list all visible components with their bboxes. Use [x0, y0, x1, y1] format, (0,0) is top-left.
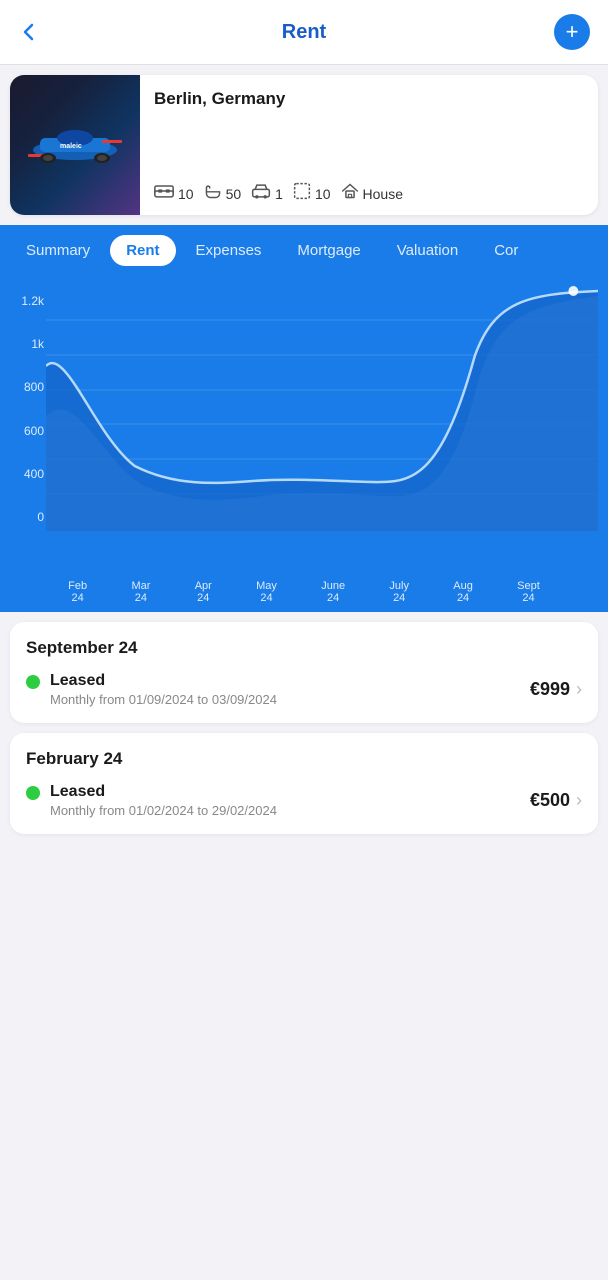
y-label-600: 600: [12, 424, 44, 438]
x-axis: Feb 24 Mar 24 Apr 24 May 24 June 24 July…: [10, 576, 598, 612]
lease-amount-row-feb[interactable]: €500 ›: [530, 790, 582, 811]
chevron-right-icon-feb: ›: [576, 790, 582, 811]
lease-amount-sept: €999: [530, 679, 570, 700]
lease-group-feb: February 24 Leased Monthly from 01/02/20…: [10, 733, 598, 834]
y-label-1-2k: 1.2k: [12, 294, 44, 308]
lease-group-sept: September 24 Leased Monthly from 01/09/2…: [10, 622, 598, 723]
bed-icon: [154, 183, 174, 204]
stat-baths: 50: [204, 183, 242, 204]
x-label-july: July 24: [389, 580, 409, 604]
stat-garage: 1: [251, 183, 283, 204]
tab-valuation[interactable]: Valuation: [381, 235, 474, 266]
bottom-spacer: [0, 844, 608, 1004]
lease-amount-feb: €500: [530, 790, 570, 811]
x-label-feb: Feb 24: [68, 580, 87, 604]
stat-type: House: [341, 182, 403, 205]
y-label-400: 400: [12, 467, 44, 481]
x-label-mar: Mar 24: [131, 580, 150, 604]
header: Rent +: [0, 0, 608, 65]
lease-group-sept-title: September 24: [26, 638, 582, 658]
stat-beds: 10: [154, 183, 194, 204]
area-icon: [293, 182, 311, 205]
tab-mortgage[interactable]: Mortgage: [281, 235, 376, 266]
x-label-apr: Apr 24: [195, 580, 212, 604]
house-icon: [341, 182, 359, 205]
add-button[interactable]: +: [554, 14, 590, 50]
x-label-sept: Sept 24: [517, 580, 540, 604]
lease-amount-row-sept[interactable]: €999 ›: [530, 679, 582, 700]
lease-item-sept-left: Leased Monthly from 01/09/2024 to 03/09/…: [26, 672, 277, 707]
back-button[interactable]: [18, 21, 54, 43]
tab-expenses[interactable]: Expenses: [180, 235, 278, 266]
svg-text:maleic: maleic: [60, 143, 82, 150]
tabs-bar: Summary Rent Expenses Mortgage Valuation…: [0, 225, 608, 276]
lease-group-feb-title: February 24: [26, 749, 582, 769]
lease-item-feb-left: Leased Monthly from 01/02/2024 to 29/02/…: [26, 783, 277, 818]
chart-area: 0 400 600 800 1k 1.2k: [0, 276, 608, 612]
lease-date-sept: Monthly from 01/09/2024 to 03/09/2024: [50, 692, 277, 707]
property-info: Berlin, Germany 10 50 1: [140, 75, 598, 215]
x-label-may: May 24: [256, 580, 277, 604]
tab-cor[interactable]: Cor: [478, 235, 534, 266]
chevron-right-icon-sept: ›: [576, 679, 582, 700]
tab-summary[interactable]: Summary: [10, 235, 106, 266]
tab-rent[interactable]: Rent: [110, 235, 175, 266]
garage-value: 1: [275, 186, 283, 202]
area-value: 10: [315, 186, 331, 202]
lease-status-dot-feb: [26, 786, 40, 800]
chart-wrapper: 0 400 600 800 1k 1.2k: [10, 286, 598, 576]
y-label-1k: 1k: [12, 337, 44, 351]
lease-details-sept: Leased Monthly from 01/09/2024 to 03/09/…: [50, 672, 277, 707]
chart-svg: [46, 286, 598, 536]
lease-status-dot-sept: [26, 675, 40, 689]
x-label-aug: Aug 24: [453, 580, 473, 604]
lease-item-feb[interactable]: Leased Monthly from 01/02/2024 to 29/02/…: [26, 783, 582, 818]
x-label-june: June 24: [321, 580, 345, 604]
y-label-0: 0: [12, 510, 44, 524]
property-location: Berlin, Germany: [154, 89, 586, 109]
lease-date-feb: Monthly from 01/02/2024 to 29/02/2024: [50, 803, 277, 818]
lease-label-sept: Leased: [50, 672, 277, 690]
property-card: maleic Berlin, Germany 10 50: [10, 75, 598, 215]
property-image: maleic: [10, 75, 140, 215]
lease-label-feb: Leased: [50, 783, 277, 801]
stat-area: 10: [293, 182, 331, 205]
type-value: House: [363, 186, 403, 202]
beds-value: 10: [178, 186, 194, 202]
lease-item-sept[interactable]: Leased Monthly from 01/09/2024 to 03/09/…: [26, 672, 582, 707]
property-stats: 10 50 1 10: [154, 182, 586, 205]
lease-details-feb: Leased Monthly from 01/02/2024 to 29/02/…: [50, 783, 277, 818]
bath-icon: [204, 183, 222, 204]
car-illustration: maleic: [20, 118, 130, 173]
baths-value: 50: [226, 186, 242, 202]
garage-icon: [251, 183, 271, 204]
y-label-800: 800: [12, 380, 44, 394]
page-title: Rent: [54, 21, 554, 44]
